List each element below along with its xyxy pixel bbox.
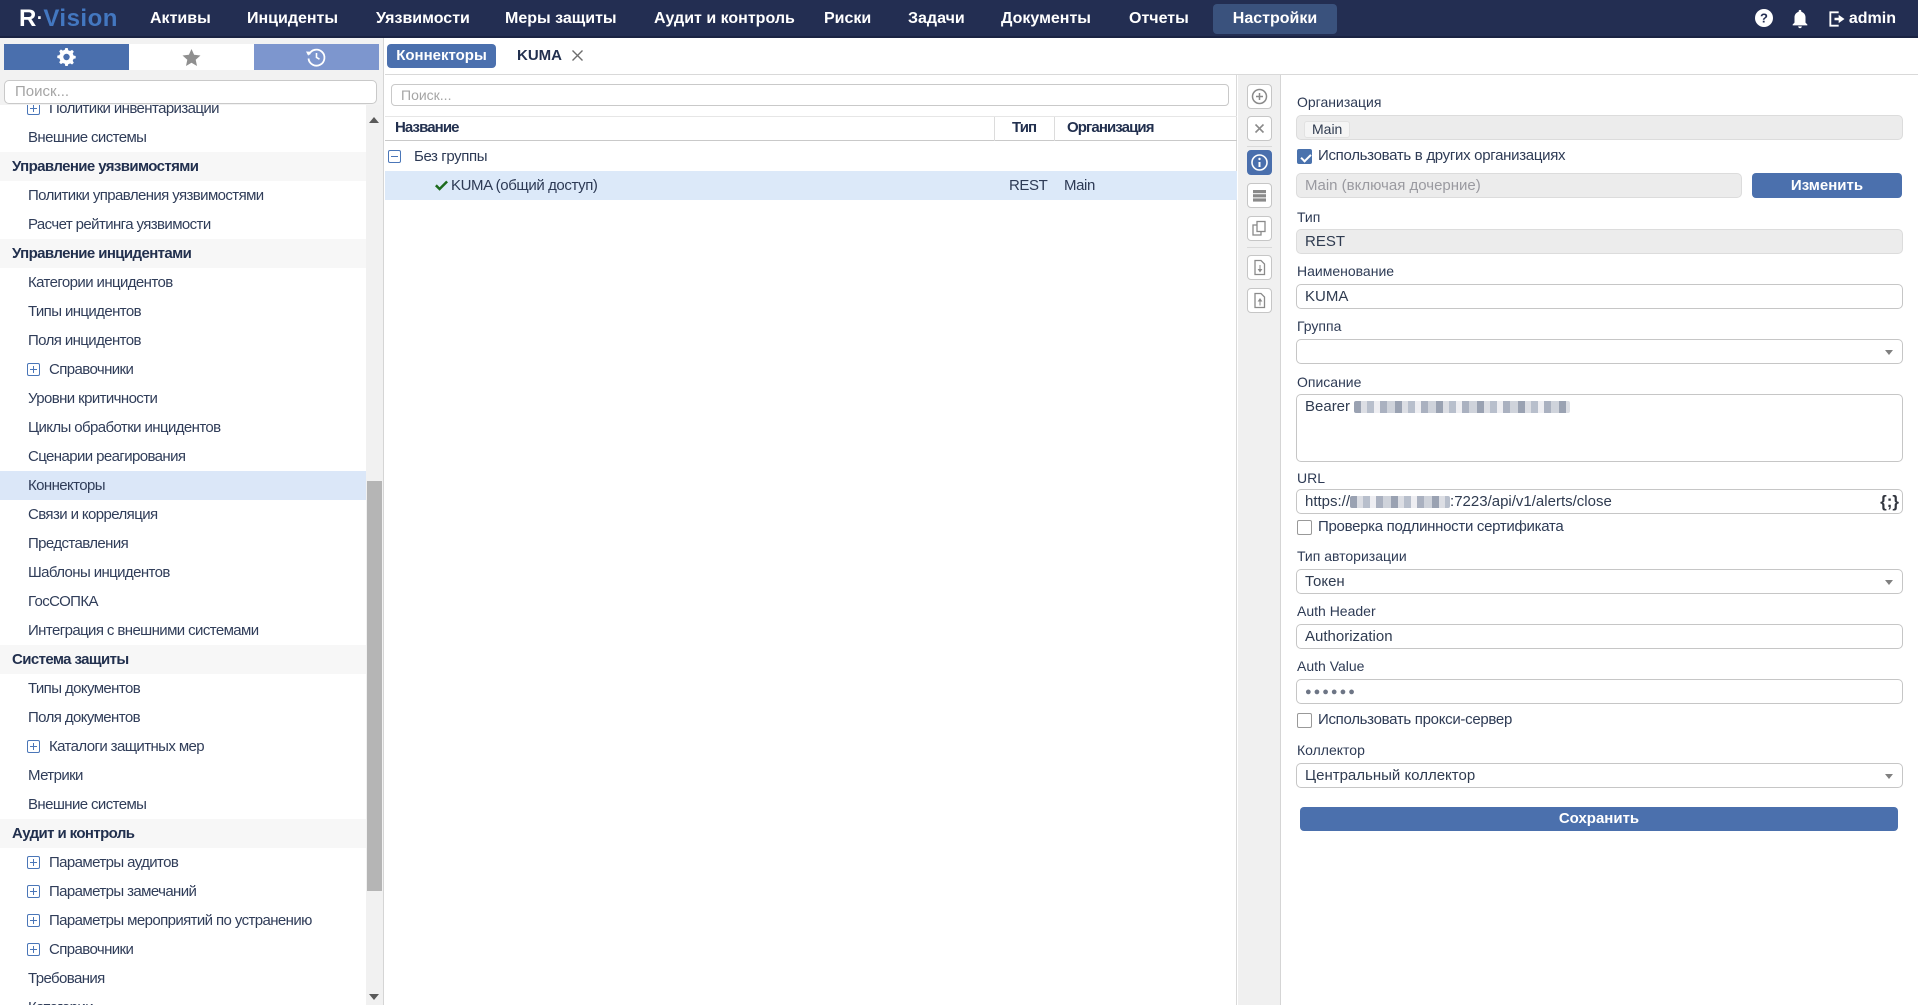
svg-text:?: ? — [1760, 11, 1768, 26]
